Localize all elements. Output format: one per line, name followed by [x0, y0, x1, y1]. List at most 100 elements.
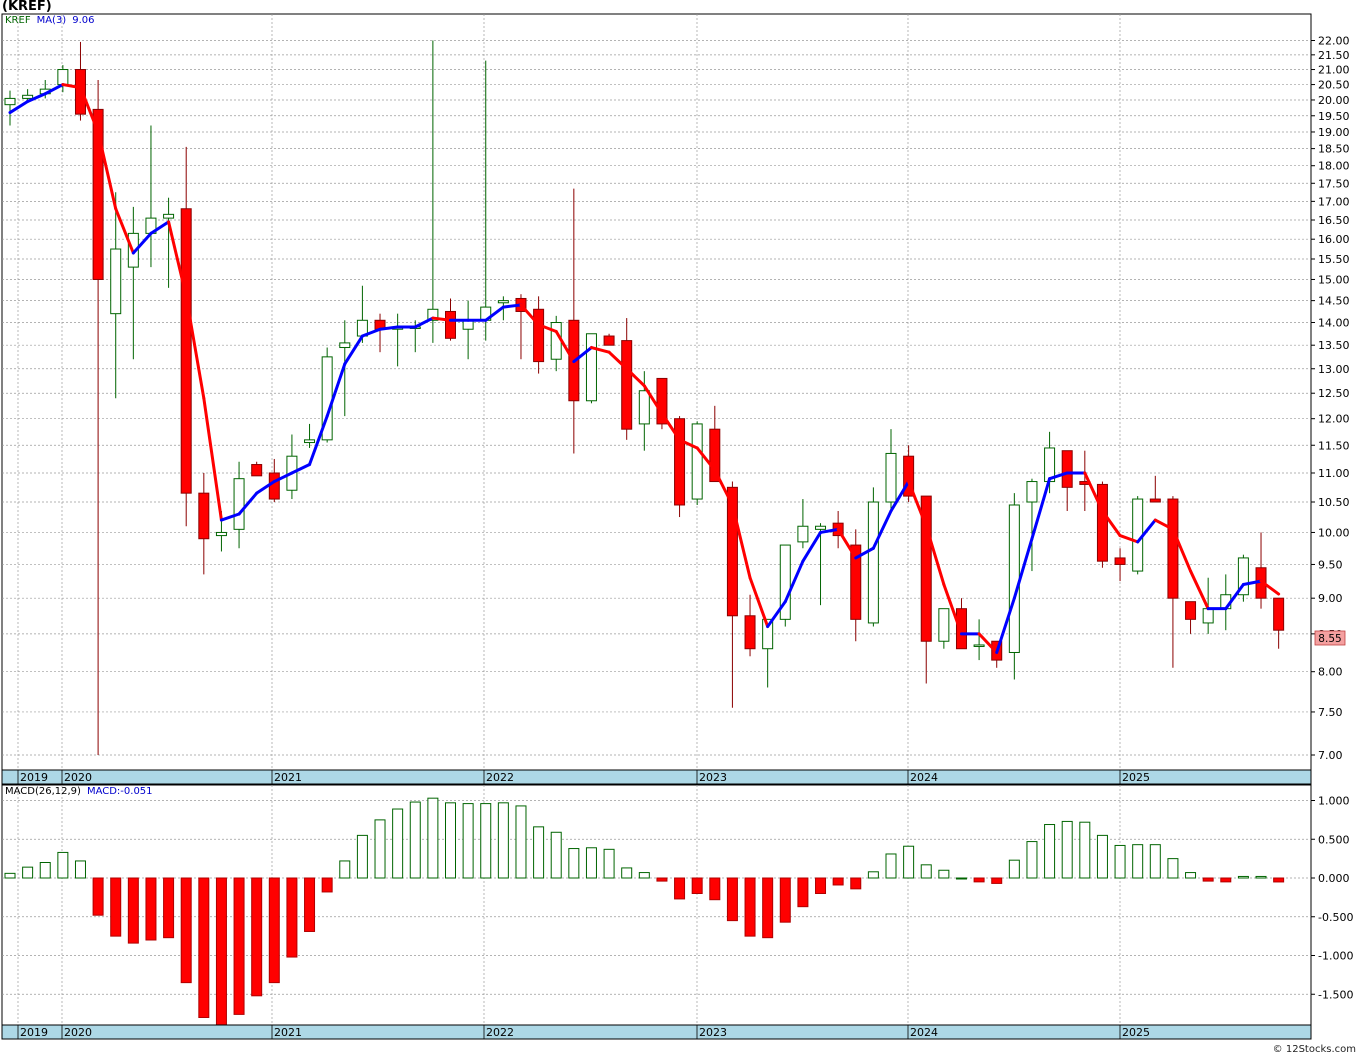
- macd-bar: [850, 877, 862, 890]
- price-tick-label: 20.50: [1318, 79, 1350, 92]
- candle-body: [1185, 601, 1197, 620]
- candle-body: [867, 501, 879, 624]
- macd-legend-label: MACD(26,12,9): [5, 786, 81, 797]
- candle-body: [57, 69, 69, 86]
- candle-body: [885, 452, 897, 503]
- candle-body: [304, 439, 316, 444]
- price-tick-label: 18.50: [1318, 143, 1350, 156]
- macd-bar: [779, 877, 791, 923]
- candle-body: [691, 423, 703, 500]
- macd-tick-label: 0.500: [1318, 833, 1350, 846]
- candle: [585, 333, 597, 404]
- macd-bar: [1185, 872, 1197, 879]
- candle-body: [973, 644, 985, 647]
- candle: [1237, 554, 1249, 602]
- macd-bar: [1132, 844, 1144, 879]
- candle-body: [815, 525, 827, 530]
- macd-bar: [180, 877, 192, 984]
- candle-body: [4, 97, 16, 106]
- candle-body: [1202, 608, 1214, 624]
- candle-body: [1114, 557, 1126, 565]
- macd-bar: [885, 853, 897, 879]
- candle-body: [638, 390, 650, 425]
- macd-bar: [973, 877, 985, 883]
- macd-bar: [145, 877, 157, 941]
- candle: [779, 544, 791, 627]
- macd-bar: [4, 872, 16, 879]
- macd-legend: MACD(26,12,9) MACD:-0.051: [5, 786, 159, 797]
- price-tick-label: 12.00: [1318, 413, 1350, 426]
- macd-bar: [110, 877, 122, 937]
- candle-body: [251, 464, 263, 477]
- price-year-label: 2019: [20, 771, 48, 784]
- candle-body: [1008, 504, 1020, 653]
- price-tick-label: 17.00: [1318, 195, 1350, 208]
- macd-bar: [1220, 877, 1232, 883]
- macd-bar: [955, 877, 967, 880]
- candle-body: [938, 608, 950, 642]
- macd-bar: [568, 848, 580, 879]
- macd-bar: [621, 867, 633, 879]
- candle-body: [180, 208, 192, 494]
- price-tick-label: 7.50: [1318, 706, 1343, 719]
- macd-bar: [691, 877, 703, 894]
- macd-bar: [233, 877, 245, 1015]
- legend-ma-label: MA(3): [36, 15, 67, 26]
- macd-bar: [57, 851, 69, 879]
- price-tick-label: 7.00: [1318, 749, 1343, 762]
- price-y-axis: 22.0021.50 21.00 20.50 20.00 19.50 19.00 18.50…: [1311, 35, 1350, 762]
- macd-bar: [462, 803, 474, 879]
- candle-body: [215, 531, 227, 537]
- candle-body: [797, 525, 809, 543]
- price-tick-label: 15.00: [1318, 273, 1350, 286]
- legend-symbol: KREF: [5, 15, 31, 26]
- candle-body: [603, 335, 615, 346]
- candle-body: [621, 340, 633, 430]
- macd-bar: [39, 862, 51, 879]
- macd-bar: [920, 864, 932, 879]
- macd-bar: [286, 877, 298, 958]
- candle-body: [1132, 498, 1144, 572]
- macd-tick-label: 1.000: [1318, 795, 1350, 808]
- candle-body: [1061, 450, 1073, 488]
- macd-year-label: 2023: [699, 1026, 727, 1039]
- price-tick-label: 12.50: [1318, 387, 1350, 400]
- macd-bar: [991, 877, 1003, 884]
- macd-bar: [1255, 875, 1267, 879]
- candle-body: [1096, 483, 1108, 562]
- stock-chart: 22.00 21.50 21.00 20.50 20.00 19.50 19.00 18.50…: [0, 0, 1360, 1056]
- candle-body: [709, 428, 721, 483]
- macd-year-label: 2022: [486, 1026, 514, 1039]
- macd-bar: [762, 877, 774, 939]
- macd-bar: [251, 877, 263, 997]
- macd-bar: [321, 877, 333, 893]
- candle-body: [744, 615, 756, 650]
- price-year-label: 2022: [486, 771, 514, 784]
- price-tick-label: 16.50: [1318, 214, 1350, 227]
- macd-bar: [1149, 844, 1161, 879]
- candle-body: [163, 213, 175, 219]
- macd-bar: [867, 871, 879, 879]
- macd-bar: [1114, 844, 1126, 879]
- macd-bar: [215, 877, 227, 1026]
- macd-tick-label: -1.000: [1318, 950, 1353, 963]
- candle-body: [198, 492, 210, 540]
- macd-year-label: 2024: [910, 1026, 938, 1039]
- candle-body: [110, 248, 122, 315]
- candle-body: [533, 308, 545, 363]
- macd-tick-label: -0.500: [1318, 911, 1353, 924]
- macd-bar: [515, 805, 527, 879]
- candle-body: [550, 322, 562, 360]
- macd-bar: [497, 802, 509, 879]
- candle-body: [497, 300, 509, 304]
- macd-bar: [832, 877, 844, 886]
- macd-bar: [938, 869, 950, 879]
- price-tick-label: 13.00: [1318, 363, 1350, 376]
- candle-body: [1167, 498, 1179, 599]
- price-tick-label: 9.00: [1318, 592, 1343, 605]
- macd-x-axis-band: [1, 1024, 1312, 1040]
- macd-bar: [1008, 859, 1020, 879]
- price-tick-label: 21.50: [1318, 49, 1350, 62]
- macd-bar: [1026, 841, 1038, 879]
- price-x-axis-band: [1, 769, 1312, 785]
